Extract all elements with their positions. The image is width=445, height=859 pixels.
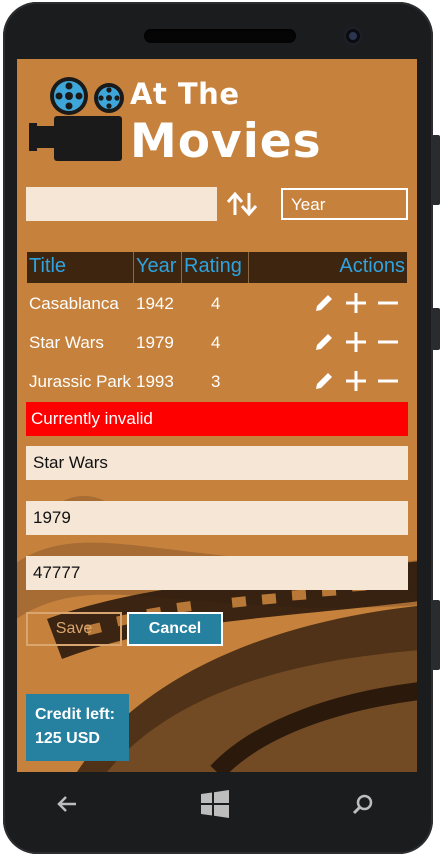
- edit-button[interactable]: [311, 290, 337, 316]
- windows-icon: [201, 790, 229, 818]
- back-icon: [57, 796, 76, 812]
- search-input[interactable]: [26, 187, 217, 221]
- start-button[interactable]: [195, 788, 235, 820]
- edit-button[interactable]: [311, 368, 337, 394]
- earpiece-speaker: [144, 29, 296, 43]
- app-title-line2: Movies: [130, 114, 322, 169]
- credit-amount: 125 USD: [35, 730, 100, 747]
- app-screen: At The Movies Year Title Year Rating Act…: [17, 59, 417, 772]
- credit-label: Credit left:: [35, 706, 115, 723]
- pencil-icon: [316, 334, 332, 350]
- table-row: Casablanca 1942 4: [27, 286, 407, 322]
- header-divider: [248, 252, 249, 283]
- row-rating: 4: [211, 333, 221, 352]
- header-divider: [181, 252, 182, 283]
- pencil-icon: [316, 295, 332, 311]
- app-title-line1: At The: [130, 77, 240, 111]
- front-camera: [343, 26, 363, 46]
- increase-rating-button[interactable]: [343, 368, 369, 394]
- minus-icon: [378, 340, 398, 344]
- power-button: [432, 308, 440, 350]
- save-button[interactable]: Save: [26, 612, 122, 646]
- decrease-rating-button[interactable]: [375, 329, 401, 355]
- header-year: Year: [136, 255, 177, 277]
- projector-logo-icon: [29, 77, 124, 161]
- rating-field[interactable]: 47777: [26, 556, 408, 590]
- credit-badge: Credit left: 125 USD: [26, 694, 129, 761]
- header-divider: [133, 252, 134, 283]
- volume-up-button: [432, 135, 440, 205]
- row-year: 1993: [136, 372, 174, 391]
- sort-arrows-icon: [226, 191, 258, 217]
- edit-button[interactable]: [311, 329, 337, 355]
- table-header: Title Year Rating Actions: [27, 252, 407, 283]
- year-field[interactable]: 1979: [26, 501, 408, 535]
- row-rating: 4: [211, 294, 221, 313]
- row-title: Casablanca: [29, 294, 119, 313]
- plus-icon: [346, 332, 366, 352]
- row-year: 1942: [136, 294, 174, 313]
- row-rating: 3: [211, 372, 221, 391]
- pencil-icon: [316, 373, 332, 389]
- row-title: Jurassic Park: [29, 372, 132, 391]
- plus-icon: [346, 293, 366, 313]
- increase-rating-button[interactable]: [343, 329, 369, 355]
- search-icon: [352, 794, 373, 815]
- header-rating: Rating: [184, 255, 242, 277]
- sort-toggle-button[interactable]: [223, 187, 261, 221]
- sort-field-select[interactable]: Year: [281, 188, 408, 220]
- search-button[interactable]: [343, 788, 383, 820]
- decrease-rating-button[interactable]: [375, 290, 401, 316]
- minus-icon: [378, 379, 398, 383]
- navigation-bar: [17, 772, 417, 836]
- title-field[interactable]: Star Wars: [26, 446, 408, 480]
- header-title: Title: [29, 255, 67, 277]
- row-year: 1979: [136, 333, 174, 352]
- cancel-button[interactable]: Cancel: [127, 612, 223, 646]
- table-row: Star Wars 1979 4: [27, 325, 407, 361]
- back-button[interactable]: [47, 788, 87, 820]
- decrease-rating-button[interactable]: [375, 368, 401, 394]
- minus-icon: [378, 301, 398, 305]
- increase-rating-button[interactable]: [343, 290, 369, 316]
- row-title: Star Wars: [29, 333, 104, 352]
- plus-icon: [346, 371, 366, 391]
- validation-status-banner: Currently invalid: [26, 402, 408, 436]
- header-actions: Actions: [339, 255, 405, 277]
- table-row: Jurassic Park 1993 3: [27, 364, 407, 400]
- camera-button: [432, 600, 440, 670]
